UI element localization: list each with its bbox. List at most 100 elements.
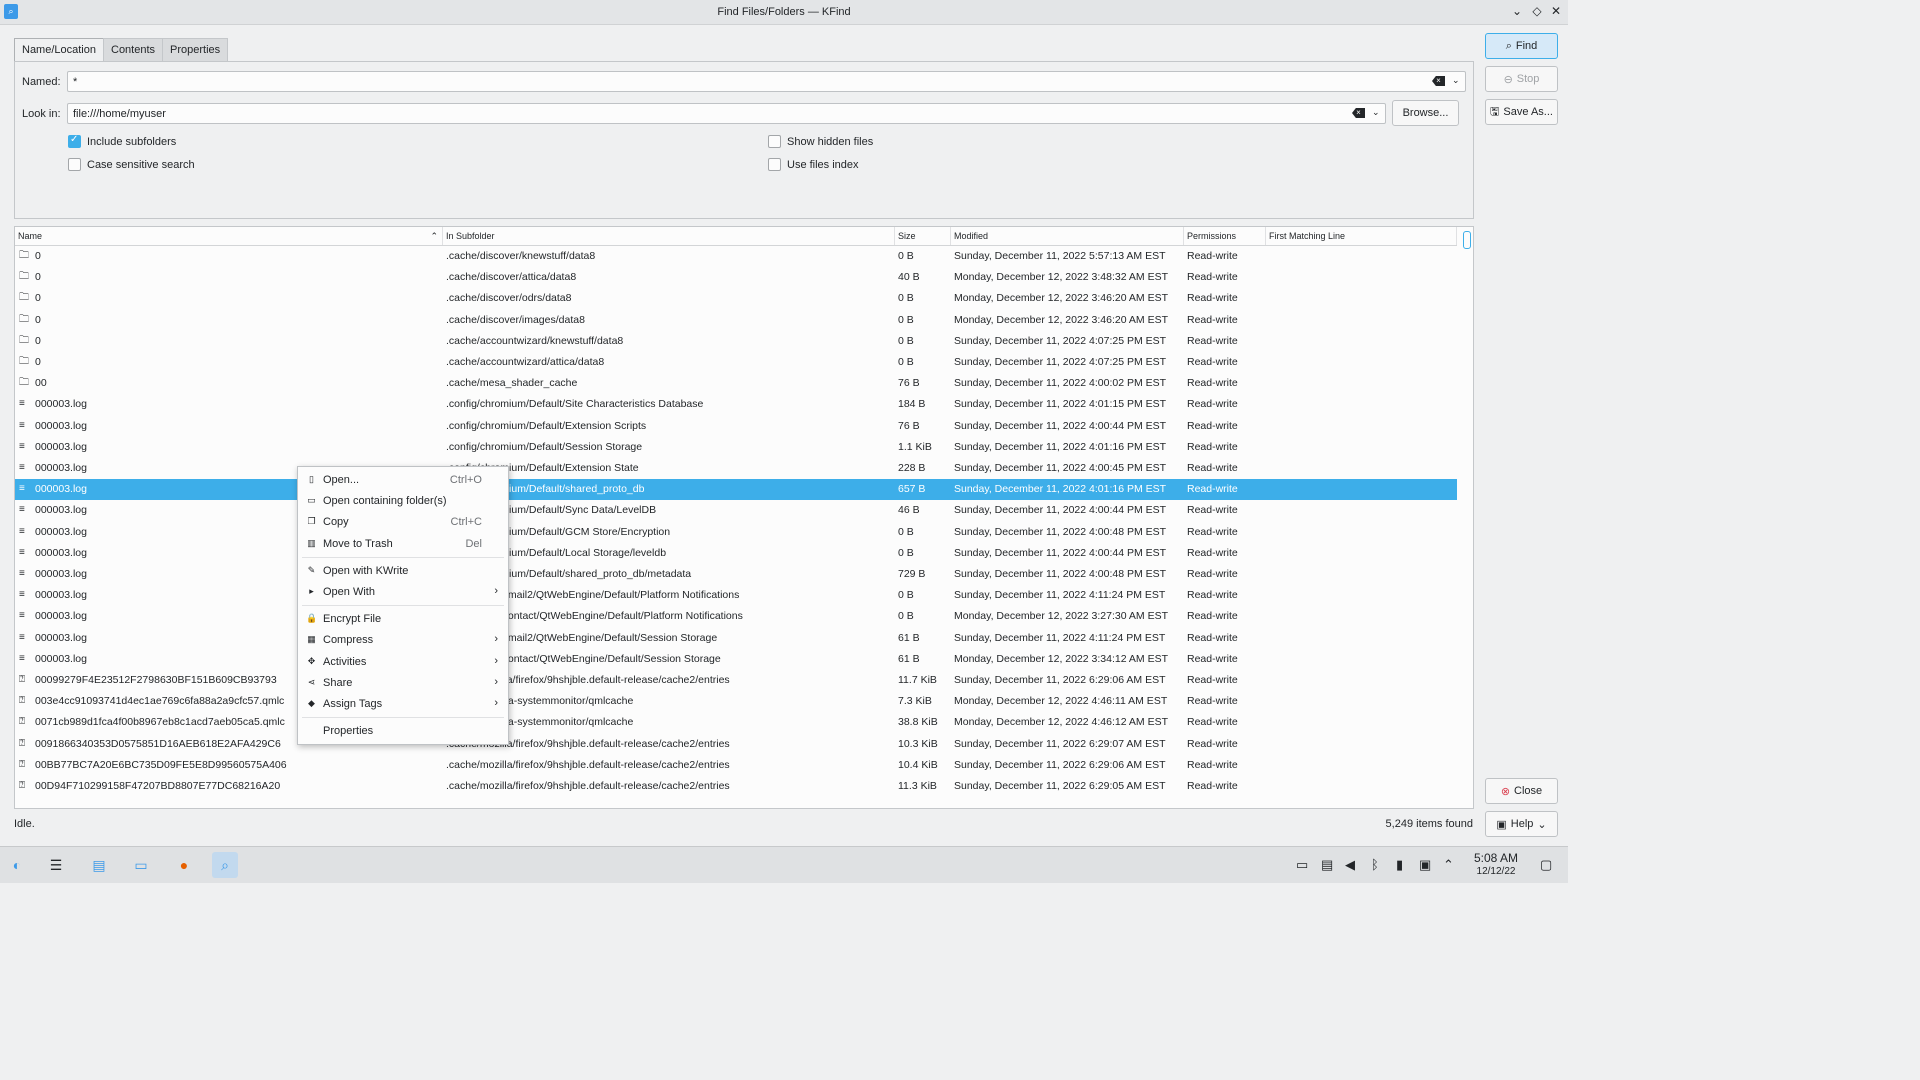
table-row[interactable]: ≡ 000003.log .config/chromium/Default/shar… xyxy=(15,479,1457,501)
battery-icon[interactable]: ▮ xyxy=(1396,857,1403,873)
table-row[interactable]: ⍰ 0071cb989d1fca4f00b8967eb8c1acd7aeb05ca… xyxy=(15,712,1457,733)
file-manager-icon[interactable]: ▭ xyxy=(128,852,154,878)
close-window-icon[interactable]: ✕ xyxy=(1548,4,1564,18)
table-row[interactable]: 🗀 0 .cache/discover/images/data8 0 B Monday,… xyxy=(15,310,1457,331)
show-hidden-checkbox[interactable]: Show hidden files xyxy=(768,135,873,148)
tab-name-location[interactable]: Name/Location xyxy=(14,38,104,61)
column-header-first-matching-line[interactable]: First Matching Line xyxy=(1266,227,1457,245)
chevron-down-icon[interactable]: ⌄ xyxy=(1452,75,1460,86)
scrollbar-thumb[interactable] xyxy=(1463,231,1471,249)
table-row[interactable]: 🗀 0 .cache/discover/odrs/data8 0 B Monday, D… xyxy=(15,288,1457,309)
stop-button[interactable]: ⊖ Stop xyxy=(1485,66,1558,92)
clipboard-icon[interactable]: ▤ xyxy=(1321,857,1333,873)
menu-item-activities[interactable]: ✥ Activities › xyxy=(298,652,508,673)
cell-modified: Sunday, December 11, 2022 4:00:44 PM EST xyxy=(954,546,1167,559)
results-table[interactable]: Name ⌃ In Subfolder Size Modified Permiss… xyxy=(14,226,1474,809)
menu-item-label: Open containing folder(s) xyxy=(323,495,447,508)
cell-subfolder: .local/share/kmail2/QtWebEngine/Default/… xyxy=(446,631,718,644)
table-row[interactable]: ≡ 000003.log .config/chromium/Default/Exte… xyxy=(15,416,1457,437)
table-row[interactable]: ≡ 000003.log .local/share/kontact/QtWebEng… xyxy=(15,606,1457,627)
tab-contents[interactable]: Contents xyxy=(103,38,164,61)
table-row[interactable]: 🗀 0 .cache/accountwizard/knewstuff/data8 0 … xyxy=(15,331,1457,352)
find-button[interactable]: ⌕ Find xyxy=(1485,33,1558,59)
firefox-icon[interactable]: ● xyxy=(171,852,197,878)
table-row[interactable]: ⍰ 00BB77BC7A20E6BC735D09FE5E8D99560575A40… xyxy=(15,755,1457,776)
table-row[interactable]: 🗀 0 .cache/accountwizard/attica/data8 0 B Su… xyxy=(15,352,1457,373)
table-row[interactable]: ≡ 000003.log .local/share/kmail2/QtWebEngi… xyxy=(15,585,1457,606)
compress-icon: ▦ xyxy=(307,634,316,645)
cell-modified: Sunday, December 11, 2022 4:01:15 PM EST xyxy=(954,398,1167,411)
kfind-task-icon[interactable]: ⌕ xyxy=(212,852,238,878)
cell-size: 46 B xyxy=(898,504,920,517)
menu-item-encrypt-file[interactable]: 🔒 Encrypt File xyxy=(298,609,508,630)
menu-item-move-to-trash[interactable]: ▥ Move to Trash Del xyxy=(298,534,508,555)
column-header-permissions[interactable]: Permissions xyxy=(1184,227,1266,245)
cell-permissions: Read-write xyxy=(1187,377,1238,390)
menu-item-open-with[interactable]: ▸ Open With › xyxy=(298,582,508,603)
clear-look-in-icon[interactable]: × xyxy=(1352,108,1365,118)
cell-subfolder: .cache/mozilla/firefox/9hshjble.default-… xyxy=(446,737,730,750)
menu-item-compress[interactable]: ▦ Compress › xyxy=(298,630,508,651)
table-row[interactable]: ≡ 000003.log .config/chromium/Default/Exte… xyxy=(15,458,1457,479)
minimize-icon[interactable]: ⌄ xyxy=(1509,4,1525,18)
table-row[interactable]: 🗀 0 .cache/discover/attica/data8 40 B Monday… xyxy=(15,267,1457,288)
cell-permissions: Read-write xyxy=(1187,589,1238,602)
text-file-icon: ≡ xyxy=(19,525,25,537)
help-button[interactable]: ▣ Help ⌄ xyxy=(1485,811,1558,837)
text-file-icon: ≡ xyxy=(19,610,25,622)
application-launcher-icon[interactable]: ◐ xyxy=(4,852,30,878)
menu-item-open-with-kwrite[interactable]: ✎ Open with KWrite xyxy=(298,561,508,582)
include-subfolders-checkbox[interactable]: Include subfolders xyxy=(68,134,176,148)
volume-icon[interactable]: ◀ xyxy=(1345,857,1355,873)
table-row[interactable]: ⍰ 00099279F4E23512F2798630BF151B609CB9379… xyxy=(15,670,1457,691)
table-row[interactable]: ⍰ 003e4cc91093741d4ec1ae769c6fa88a2a9cfc5… xyxy=(15,691,1457,712)
unknown-file-icon: ⍰ xyxy=(19,737,25,749)
clear-named-icon[interactable]: × xyxy=(1432,76,1445,86)
table-row[interactable]: ≡ 000003.log .config/chromium/Default/Site… xyxy=(15,394,1457,415)
show-desktop-icon[interactable]: ▢ xyxy=(1540,857,1552,873)
chevron-down-icon[interactable]: ⌄ xyxy=(1372,107,1380,118)
bluetooth-icon[interactable]: ᛒ xyxy=(1371,857,1379,872)
menu-item-properties[interactable]: Properties xyxy=(298,721,508,742)
table-row[interactable]: 🗀 0 .cache/discover/knewstuff/data8 0 B Sund… xyxy=(15,246,1457,267)
table-row[interactable]: ≡ 000003.log .local/share/kontact/QtWebEng… xyxy=(15,649,1457,670)
case-sensitive-checkbox[interactable]: Case sensitive search xyxy=(68,158,195,171)
display-icon[interactable]: ▭ xyxy=(1296,857,1308,873)
table-row[interactable]: 🗀 00 .cache/mesa_shader_cache 76 B Sunday, D… xyxy=(15,373,1457,394)
menu-item-open[interactable]: ▯ Open... Ctrl+O xyxy=(298,470,508,491)
table-row[interactable]: ≡ 000003.log .config/chromium/Default/shar… xyxy=(15,564,1457,585)
table-row[interactable]: ≡ 000003.log .config/chromium/Default/Sess… xyxy=(15,437,1457,458)
network-icon[interactable]: ▣ xyxy=(1419,857,1431,873)
table-row[interactable]: ⍰ 0091866340353D0575851D16AEB618E2AFA429C… xyxy=(15,734,1457,755)
show-hidden-icons-icon[interactable]: ⌃ xyxy=(1443,857,1454,873)
menu-item-assign-tags[interactable]: ◆ Assign Tags › xyxy=(298,694,508,715)
cell-subfolder: .config/chromium/Default/GCM Store/Encry… xyxy=(446,525,671,538)
table-row[interactable]: ≡ 000003.log .local/share/kmail2/QtWebEngi… xyxy=(15,628,1457,649)
column-header-subfolder[interactable]: In Subfolder xyxy=(443,227,895,245)
use-index-checkbox[interactable]: Use files index xyxy=(768,158,859,171)
maximize-icon[interactable]: ◇ xyxy=(1529,4,1545,18)
column-header-size[interactable]: Size xyxy=(895,227,951,245)
chevron-right-icon: › xyxy=(494,675,498,688)
browse-button[interactable]: Browse... xyxy=(1392,100,1459,126)
table-row[interactable]: ≡ 000003.log .config/chromium/Default/GCM … xyxy=(15,522,1457,543)
menu-item-open-containing-folder-s[interactable]: ▭ Open containing folder(s) xyxy=(298,491,508,512)
column-header-name[interactable]: Name ⌃ xyxy=(15,227,443,245)
table-row[interactable]: ⍰ 00D94F710299158F47207BD8807E77DC68216A2… xyxy=(15,776,1457,797)
menu-item-share[interactable]: ⋖ Share › xyxy=(298,673,508,694)
column-header-modified[interactable]: Modified xyxy=(951,227,1184,245)
table-row[interactable]: ≡ 000003.log .config/chromium/Default/Sync… xyxy=(15,500,1457,521)
cell-modified: Sunday, December 11, 2022 4:01:16 PM EST xyxy=(954,483,1167,496)
menu-item-copy[interactable]: ❐ Copy Ctrl+C xyxy=(298,512,508,533)
task-manager-icon[interactable]: ☰ xyxy=(43,852,69,878)
save-as-button[interactable]: 🖫 Save As... xyxy=(1485,99,1558,125)
cell-modified: Monday, December 12, 2022 3:46:20 AM EST xyxy=(954,313,1169,326)
look-in-combo[interactable]: file:///home/myuser × ⌄ xyxy=(67,103,1386,124)
named-combo[interactable]: * × ⌄ xyxy=(67,71,1466,92)
folder-open-icon: ▭ xyxy=(307,495,316,506)
store-icon[interactable]: ▤ xyxy=(86,852,112,878)
close-button[interactable]: ⊗ Close xyxy=(1485,778,1558,804)
tab-properties[interactable]: Properties xyxy=(162,38,229,61)
clock[interactable]: 5:08 AM 12/12/22 xyxy=(1474,851,1518,879)
table-row[interactable]: ≡ 000003.log .config/chromium/Default/Loca… xyxy=(15,543,1457,564)
